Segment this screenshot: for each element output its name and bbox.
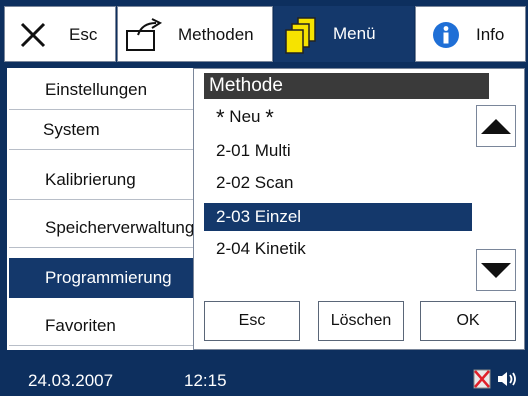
new-method-label: Neu	[229, 107, 261, 126]
dialog-title: Methode	[204, 73, 489, 99]
method-name: Einzel	[254, 207, 302, 226]
menu-button[interactable]: Menü	[274, 6, 414, 62]
scroll-down-button[interactable]	[476, 249, 516, 291]
methods-button[interactable]: Methoden	[117, 6, 273, 62]
method-item[interactable]: 2-01 Multi	[204, 137, 472, 165]
esc-button-label: Esc	[69, 25, 98, 44]
method-item[interactable]: 2-02 Scan	[204, 169, 472, 197]
menu-item-kalibrierung[interactable]: Kalibrierung	[9, 160, 203, 200]
scroll-up-button[interactable]	[476, 105, 516, 147]
status-date: 24.03.2007	[28, 371, 114, 390]
info-button-label: Info	[476, 25, 505, 44]
method-code: 2-03	[216, 207, 251, 226]
info-icon	[432, 21, 460, 54]
close-icon	[19, 21, 47, 54]
dialog-esc-button[interactable]: Esc	[204, 301, 300, 341]
esc-button[interactable]: Esc	[4, 6, 116, 62]
method-name: Scan	[254, 173, 294, 192]
method-dialog: Methode * Neu * 2-01 Multi 2-02 Scan 2-0…	[193, 68, 525, 350]
star-icon: *	[216, 105, 225, 130]
status-bar: 24.03.2007 12:15	[0, 362, 528, 396]
method-code: 2-04	[216, 239, 251, 258]
menu-button-label: Menü	[333, 24, 376, 43]
menu-item-speicherverwaltung[interactable]: Speicherverwaltung	[9, 208, 203, 248]
methods-button-label: Methoden	[178, 25, 254, 44]
menu-item-programmierung[interactable]: Programmierung	[9, 258, 203, 298]
method-item[interactable]: 2-04 Kinetik	[204, 235, 472, 263]
folder-arrow-icon	[124, 17, 164, 58]
menu-item-system[interactable]: System	[9, 110, 203, 150]
delete-button[interactable]: Löschen	[318, 301, 404, 341]
toolbar: Esc Methoden Menü Info	[0, 0, 528, 64]
ok-button[interactable]: OK	[420, 301, 516, 341]
main-menu: Einstellungen System Kalibrierung Speich…	[7, 68, 203, 350]
folders-icon	[285, 15, 319, 60]
method-item-selected[interactable]: 2-03 Einzel	[204, 203, 472, 231]
menu-item-einstellungen[interactable]: Einstellungen	[9, 70, 203, 110]
printer-off-icon	[473, 369, 491, 389]
method-name: Multi	[254, 141, 291, 160]
triangle-up-icon	[481, 119, 511, 134]
status-time: 12:15	[184, 371, 227, 390]
info-button[interactable]: Info	[415, 6, 526, 62]
method-name: Kinetik	[254, 239, 306, 258]
speaker-icon	[498, 372, 516, 386]
triangle-down-icon	[481, 263, 511, 278]
star-icon: *	[265, 105, 274, 130]
menu-item-favoriten[interactable]: Favoriten	[9, 306, 203, 346]
new-method-item[interactable]: * Neu *	[204, 103, 472, 131]
method-code: 2-01	[216, 141, 251, 160]
method-code: 2-02	[216, 173, 251, 192]
